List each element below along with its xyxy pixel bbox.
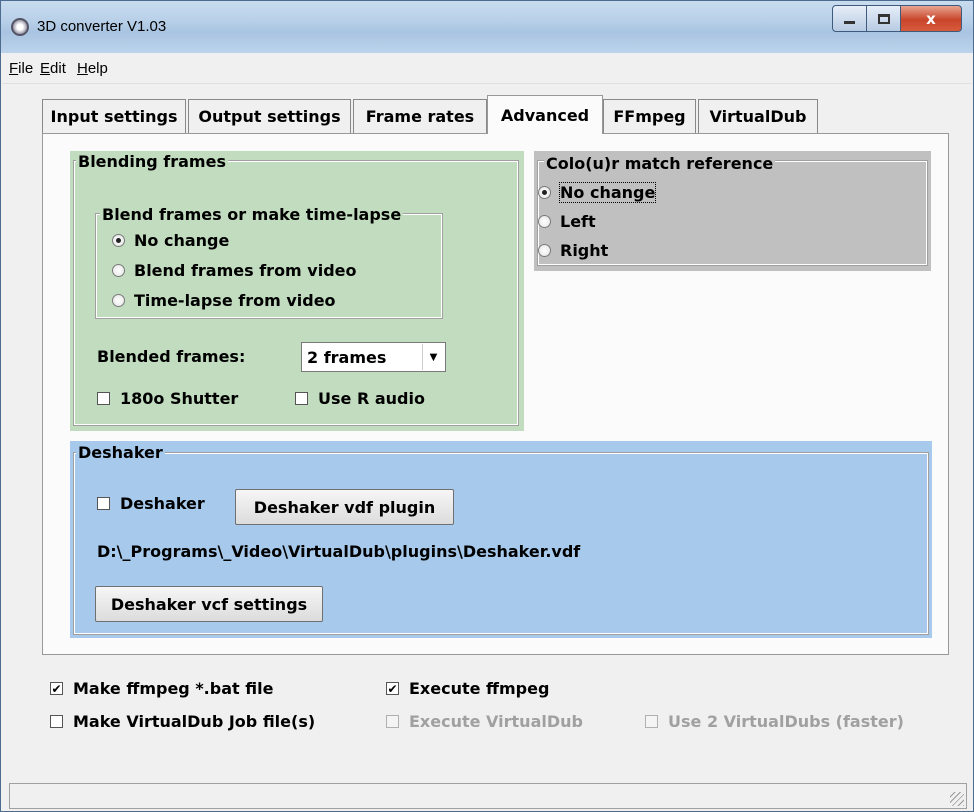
execute-ffmpeg-checkbox[interactable]: ✔ Execute ffmpeg (386, 679, 549, 698)
blending-frames-title: Blending frames (76, 152, 228, 171)
title-bar[interactable]: 3D converter V1.03 x (1, 1, 973, 53)
menu-file[interactable]: File (9, 60, 33, 77)
close-icon: x (926, 9, 936, 28)
make-virtualdub-job-checkbox[interactable]: Make VirtualDub Job file(s) (50, 712, 315, 731)
checkbox-icon (295, 392, 308, 405)
colour-match-title: Colo(u)r match reference (544, 154, 776, 173)
checkbox-checked-icon: ✔ (386, 681, 399, 696)
deshaker-vcf-settings-button[interactable]: Deshaker vcf settings (95, 586, 323, 622)
maximize-button[interactable] (866, 5, 901, 32)
deshaker-plugin-path: D:\_Programs\_Video\VirtualDub\plugins\D… (97, 542, 581, 561)
tab-advanced[interactable]: Advanced (487, 95, 603, 134)
status-bar (9, 783, 967, 809)
checkbox-icon (50, 715, 63, 728)
deshaker-checkbox[interactable]: Deshaker (97, 494, 205, 513)
tab-frame-rates[interactable]: Frame rates (353, 99, 487, 133)
use-r-audio-checkbox[interactable]: Use R audio (295, 389, 425, 408)
minimize-button[interactable] (832, 5, 867, 32)
radio-icon (112, 264, 125, 277)
blend-mode-title: Blend frames or make time-lapse (100, 205, 404, 224)
colour-option-left[interactable]: Left (538, 212, 596, 231)
radio-icon (112, 294, 125, 307)
resize-grip-icon[interactable] (950, 792, 964, 806)
checkbox-icon (97, 497, 110, 510)
colour-option-right[interactable]: Right (538, 241, 608, 260)
window-title: 3D converter V1.03 (37, 18, 167, 35)
blended-frames-select[interactable]: 2 frames ▼ (301, 342, 446, 372)
checkbox-icon (97, 392, 110, 405)
tab-input-settings[interactable]: Input settings (42, 99, 186, 133)
close-button[interactable]: x (900, 5, 962, 32)
execute-virtualdub-checkbox: Execute VirtualDub (386, 712, 583, 731)
blended-frames-label: Blended frames: (97, 347, 246, 366)
dropdown-arrow-icon: ▼ (422, 344, 444, 370)
use-2-virtualdubs-checkbox: Use 2 VirtualDubs (faster) (645, 712, 904, 731)
colour-option-no-change[interactable]: No change (538, 182, 657, 203)
tab-ffmpeg[interactable]: FFmpeg (603, 99, 696, 133)
blend-option-blend-frames[interactable]: Blend frames from video (112, 261, 357, 280)
radio-icon (538, 215, 551, 228)
menu-help[interactable]: Help (77, 60, 108, 77)
colour-match-group: Colo(u)r match reference No change Left … (534, 151, 931, 271)
deshaker-vdf-plugin-button[interactable]: Deshaker vdf plugin (235, 489, 454, 525)
tab-output-settings[interactable]: Output settings (188, 99, 351, 133)
blend-option-no-change[interactable]: No change (112, 231, 229, 250)
deshaker-title: Deshaker (76, 443, 165, 462)
blending-frames-group: Blending frames Blend frames or make tim… (70, 151, 524, 431)
menu-bar: File Edit Help (2, 53, 972, 84)
checkbox-icon (386, 715, 399, 728)
minimize-icon (844, 21, 855, 24)
radio-selected-icon (538, 186, 551, 199)
tab-virtualdub[interactable]: VirtualDub (698, 99, 818, 133)
blend-option-time-lapse[interactable]: Time-lapse from video (112, 291, 336, 310)
shutter-checkbox[interactable]: 180o Shutter (97, 389, 238, 408)
app-window: 3D converter V1.03 x File Edit Help Inpu… (0, 0, 974, 812)
checkbox-checked-icon: ✔ (50, 681, 63, 696)
make-ffmpeg-bat-checkbox[interactable]: ✔ Make ffmpeg *.bat file (50, 679, 273, 698)
radio-icon (538, 244, 551, 257)
menu-edit[interactable]: Edit (40, 60, 66, 77)
radio-selected-icon (112, 234, 125, 247)
maximize-icon (877, 13, 890, 24)
app-icon (11, 18, 29, 36)
checkbox-icon (645, 715, 658, 728)
